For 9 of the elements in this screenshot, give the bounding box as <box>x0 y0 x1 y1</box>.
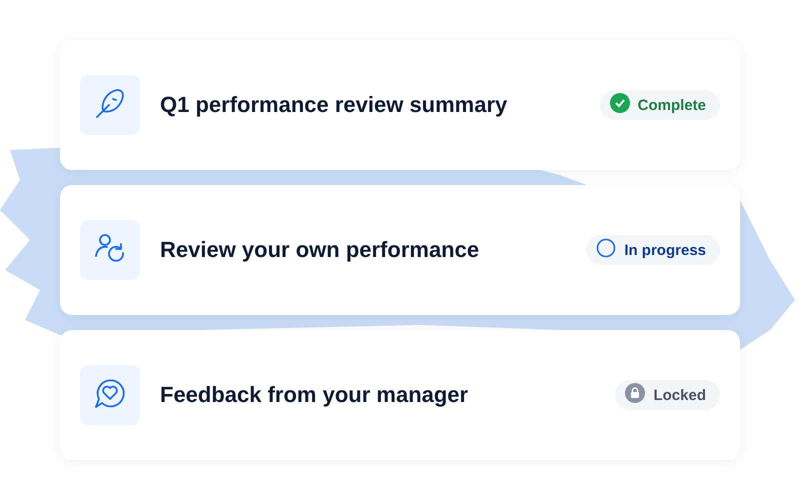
status-badge: Locked <box>615 380 720 410</box>
status-badge: In progress <box>586 235 720 265</box>
empty-circle-icon <box>596 238 616 258</box>
task-title: Q1 performance review summary <box>160 92 508 118</box>
check-circle-icon <box>610 93 630 113</box>
task-title: Review your own performance <box>160 237 480 263</box>
task-title: Feedback from your manager <box>160 382 470 408</box>
status-badge: Complete <box>600 90 720 120</box>
lock-icon <box>625 383 646 403</box>
